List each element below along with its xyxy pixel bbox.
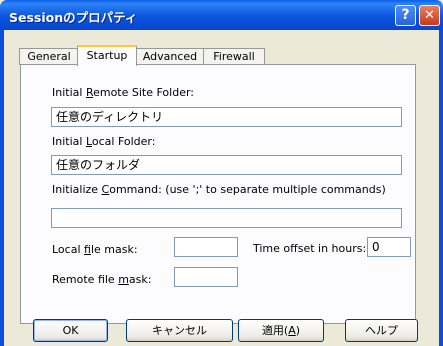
close-button[interactable]: ✕ bbox=[419, 5, 440, 26]
local-file-mask-label: Local file mask: bbox=[52, 243, 138, 256]
tab-startup-label: Startup bbox=[86, 49, 128, 62]
remote-folder-input[interactable]: 任意のディレクトリ bbox=[51, 107, 402, 127]
init-command-label: Initialize Command: (use ';' to separate… bbox=[52, 183, 386, 196]
tab-advanced[interactable]: Advanced bbox=[135, 48, 205, 65]
tab-general[interactable]: General bbox=[19, 48, 79, 65]
tab-firewall-label: Firewall bbox=[213, 50, 255, 63]
time-offset-label: Time offset in hours: bbox=[253, 242, 367, 255]
window-frame-right bbox=[439, 30, 443, 346]
close-icon: ✕ bbox=[424, 8, 435, 23]
window-title: Sessionのプロパティ bbox=[9, 10, 138, 25]
title-bar: Sessionのプロパティ ? ✕ bbox=[0, 0, 443, 30]
tab-firewall[interactable]: Firewall bbox=[203, 48, 265, 65]
remote-file-mask-label: Remote file mask: bbox=[52, 273, 152, 286]
time-offset-input[interactable]: 0 bbox=[367, 237, 411, 257]
tab-advanced-label: Advanced bbox=[142, 50, 198, 63]
startup-panel: Initial Remote Site Folder: 任意のディレクトリ In… bbox=[20, 64, 416, 324]
cancel-button[interactable]: キャンセル bbox=[126, 319, 233, 342]
init-command-input[interactable] bbox=[51, 208, 402, 228]
local-folder-input[interactable]: 任意のフォルダ bbox=[51, 155, 402, 175]
tab-startup[interactable]: Startup bbox=[77, 45, 137, 66]
apply-button[interactable]: 適用(A) bbox=[238, 319, 324, 342]
help-title-button[interactable]: ? bbox=[395, 5, 416, 26]
remote-file-mask-input[interactable] bbox=[174, 267, 238, 287]
dialog-button-row: OK キャンセル 適用(A) ヘルプ bbox=[0, 319, 443, 346]
ok-button[interactable]: OK bbox=[33, 319, 108, 342]
local-file-mask-input[interactable] bbox=[174, 237, 238, 257]
tab-general-label: General bbox=[27, 50, 71, 63]
window-frame-left bbox=[0, 30, 4, 346]
local-folder-label: Initial Local Folder: bbox=[52, 135, 156, 148]
help-icon: ? bbox=[401, 7, 410, 23]
help-button[interactable]: ヘルプ bbox=[345, 319, 418, 342]
remote-folder-label: Initial Remote Site Folder: bbox=[52, 86, 195, 99]
